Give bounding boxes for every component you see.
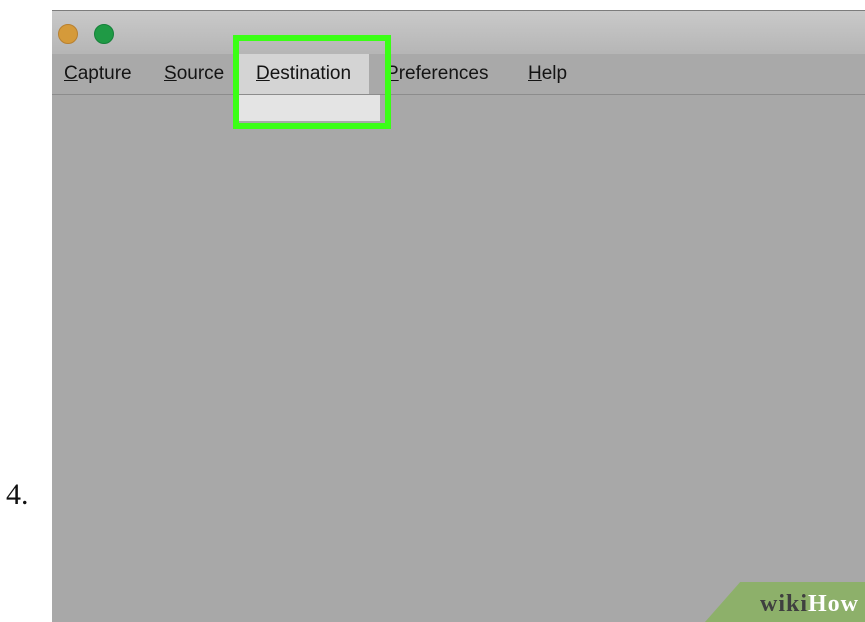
- menu-capture[interactable]: Capture: [64, 63, 132, 85]
- step-number: 4.: [6, 478, 29, 511]
- menu-capture-label: apture: [77, 63, 132, 84]
- menu-source[interactable]: Source: [164, 63, 224, 85]
- maximize-button[interactable]: [94, 24, 114, 44]
- menu-destination-accelerator: D: [256, 63, 270, 84]
- menu-preferences-label: references: [398, 63, 489, 84]
- menu-preferences-accelerator: P: [386, 63, 399, 84]
- menu-help-accelerator: H: [528, 63, 542, 84]
- menu-bar: Capture Source Destination Preferences H…: [52, 54, 865, 95]
- minimize-button[interactable]: [58, 24, 78, 44]
- menu-destination[interactable]: Destination: [238, 54, 370, 94]
- watermark-wiki: wiki: [759, 591, 808, 617]
- menu-preferences[interactable]: Preferences: [386, 63, 488, 85]
- menu-destination-label: estination: [269, 63, 352, 84]
- menu-source-accelerator: S: [164, 63, 177, 84]
- title-bar: [52, 10, 865, 55]
- watermark-how: How: [808, 591, 859, 617]
- menu-help[interactable]: Help: [528, 63, 567, 85]
- menu-capture-accelerator: C: [64, 63, 78, 84]
- wikihow-watermark: wikiHow: [760, 591, 859, 618]
- app-window: Capture Source Destination Preferences H…: [52, 10, 865, 622]
- menu-source-label: ource: [176, 63, 225, 84]
- menu-help-label: elp: [541, 63, 568, 84]
- destination-dropdown[interactable]: [238, 95, 380, 121]
